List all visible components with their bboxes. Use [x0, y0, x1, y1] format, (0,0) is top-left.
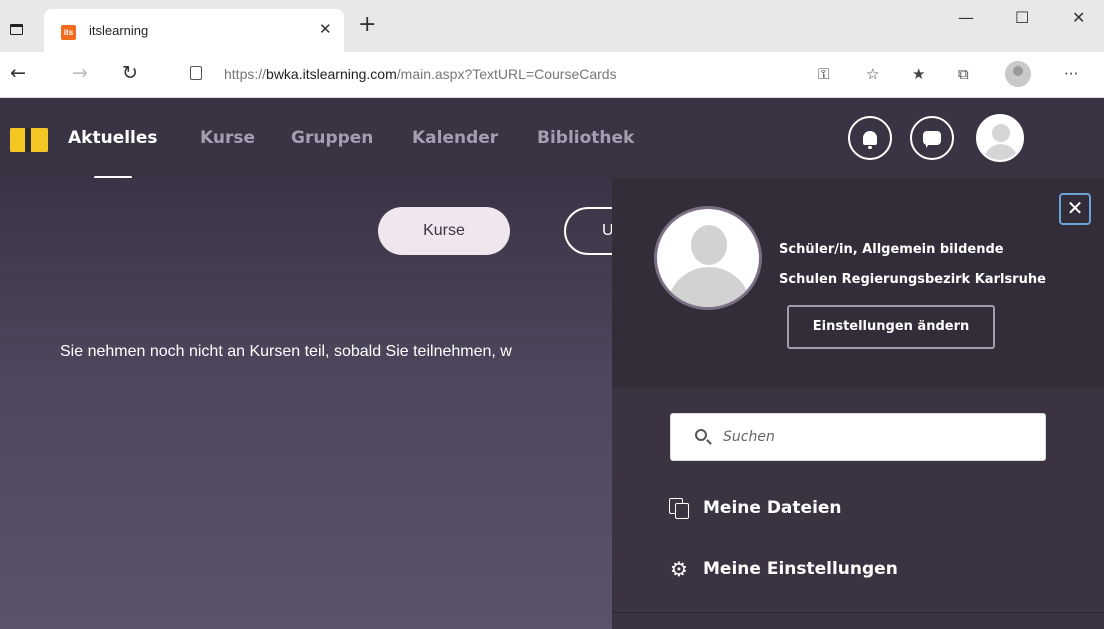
- minimize-button[interactable]: —: [958, 8, 974, 27]
- tab-title: itslearning: [89, 23, 149, 38]
- nav-gruppen[interactable]: Gruppen: [291, 128, 373, 148]
- notifications-button[interactable]: [848, 116, 892, 160]
- back-button[interactable]: ←: [10, 62, 26, 84]
- files-icon: [667, 496, 691, 520]
- browser-tab[interactable]: its itslearning ✕: [44, 9, 344, 52]
- menu-item-label: Meine Dateien: [703, 498, 842, 518]
- school-logo-icon[interactable]: [10, 128, 48, 152]
- gear-icon: ⚙: [670, 557, 688, 581]
- search-input[interactable]: [723, 424, 1023, 450]
- url-text: https://bwka.itslearning.com/main.aspx?T…: [224, 66, 617, 82]
- bell-icon: [863, 131, 877, 149]
- collections-icon[interactable]: ⧉: [958, 64, 969, 84]
- nav-aktuelles[interactable]: Aktuelles: [68, 128, 158, 148]
- close-panel-button[interactable]: ✕: [1059, 193, 1091, 225]
- more-icon[interactable]: ···: [1064, 64, 1078, 84]
- menu-item-label: Meine Einstellungen: [703, 559, 898, 579]
- menu-item-meine-dateien[interactable]: Meine Dateien: [667, 490, 842, 526]
- user-role-line-2: Schulen Regierungsbezirk Karlsruhe: [779, 272, 1046, 287]
- lock-icon[interactable]: [190, 66, 202, 80]
- reload-button[interactable]: ↻: [122, 62, 138, 84]
- other-filter-button[interactable]: U: [564, 207, 612, 255]
- window-menu-icon[interactable]: [10, 24, 23, 35]
- nav-kalender[interactable]: Kalender: [412, 128, 498, 148]
- search-icon: [695, 429, 707, 441]
- panel-search[interactable]: [670, 413, 1046, 461]
- user-avatar-button[interactable]: [976, 114, 1024, 162]
- maximize-button[interactable]: ☐: [1015, 8, 1029, 27]
- empty-courses-message: Sie nehmen noch nicht an Kursen teil, so…: [60, 343, 512, 360]
- close-window-button[interactable]: ✕: [1072, 8, 1085, 27]
- user-role-line-1: Schüler/in, Allgemein bildende: [779, 242, 1004, 257]
- forward-button[interactable]: →: [72, 62, 88, 84]
- profile-avatar: [654, 206, 762, 310]
- favorites-icon[interactable]: ★: [912, 64, 925, 84]
- messages-button[interactable]: [910, 116, 954, 160]
- new-tab-button[interactable]: +: [358, 14, 376, 36]
- browser-tab-bar: its itslearning ✕ + — ☐ ✕: [0, 0, 1104, 52]
- menu-item-meine-einstellungen[interactable]: ⚙ Meine Einstellungen: [667, 551, 898, 587]
- profile-panel: ✕ Schüler/in, Allgemein bildende Schulen…: [612, 178, 1104, 629]
- change-settings-button[interactable]: Einstellungen ändern: [787, 305, 995, 349]
- itslearning-favicon-icon: its: [61, 25, 76, 40]
- url-path: /main.aspx?TextURL=CourseCards: [396, 66, 617, 82]
- favorite-add-icon[interactable]: ☆: [866, 64, 879, 84]
- nav-bibliothek[interactable]: Bibliothek: [537, 128, 634, 148]
- chat-icon: [923, 131, 941, 148]
- key-icon[interactable]: ⚿: [818, 64, 829, 84]
- panel-divider: [612, 612, 1104, 613]
- url-domain: bwka.itslearning.com: [266, 66, 397, 82]
- browser-address-bar: ← → ↻ https://bwka.itslearning.com/main.…: [0, 52, 1104, 98]
- nav-kurse[interactable]: Kurse: [200, 128, 255, 148]
- tab-close-icon[interactable]: ✕: [319, 20, 332, 38]
- url-prefix: https://: [224, 66, 267, 82]
- kurse-filter-button[interactable]: Kurse: [378, 207, 510, 255]
- main-content: Kurse U Sie nehmen noch nicht an Kursen …: [0, 178, 612, 629]
- url-field[interactable]: https://bwka.itslearning.com/main.aspx?T…: [168, 59, 868, 91]
- profile-icon[interactable]: [1005, 61, 1031, 87]
